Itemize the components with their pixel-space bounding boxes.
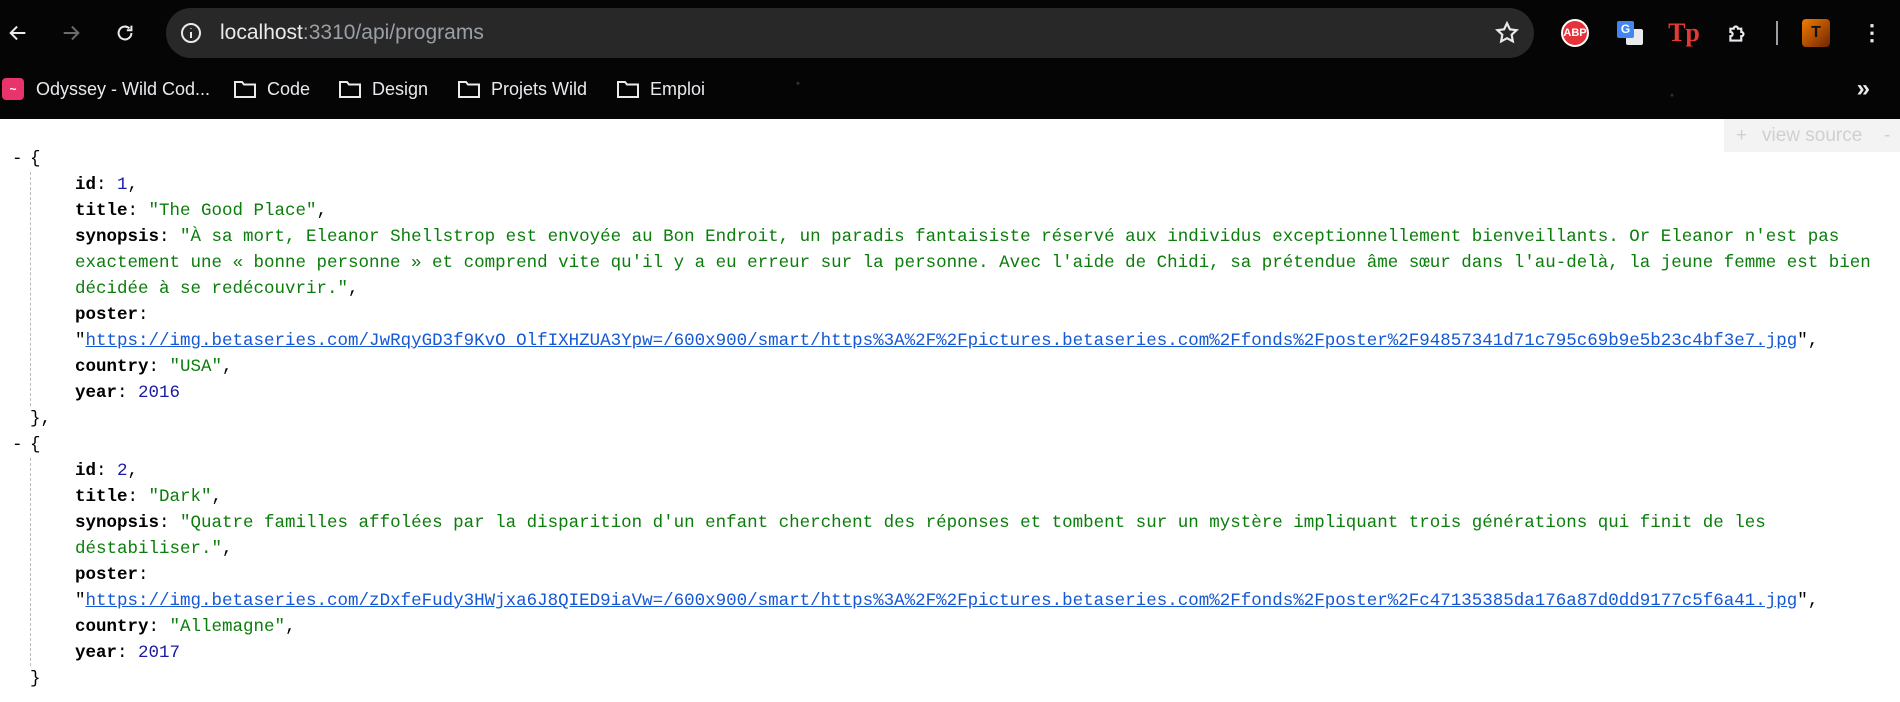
key-synopsis: synopsis	[75, 513, 160, 533]
bookmark-folder-projets-wild[interactable]: Projets Wild	[457, 71, 587, 107]
bookmark-label: Odyssey - Wild Cod...	[36, 78, 211, 99]
bookmark-folder-code[interactable]: Code	[233, 71, 310, 107]
prop-year: year: 2017	[75, 643, 181, 663]
prop-year: year: 2016	[75, 383, 181, 403]
value-title: "The Good Place"	[148, 201, 317, 221]
chevron-double-right-icon[interactable]: »	[1857, 71, 1870, 107]
folder-icon	[458, 81, 480, 98]
prop-synopsis: synopsis: "Quatre familles affolées par …	[75, 513, 1766, 559]
kebab-menu-icon[interactable]: ⋮	[1855, 16, 1889, 50]
prop-title: title: "Dark",	[75, 487, 223, 507]
toolbar-separator	[1776, 21, 1778, 45]
json-object-properties: id: 1, title: "The Good Place", synopsis…	[30, 172, 1875, 406]
poster-link[interactable]: https://img.betaseries.com/JwRqyGD3f9KvO…	[86, 331, 1798, 351]
bookmark-label: Code	[267, 78, 311, 99]
collapse-toggle[interactable]: -	[12, 146, 26, 172]
folder-icon	[339, 81, 361, 98]
key-year: year	[75, 643, 118, 663]
key-title: title	[75, 487, 128, 507]
odyssey-icon: ~	[2, 78, 24, 100]
url-path: :3310/api/programs	[302, 21, 484, 44]
quote: "	[75, 591, 86, 611]
prop-id: id: 2,	[75, 461, 139, 481]
value-country: "Allemagne"	[169, 617, 286, 637]
prop-title: title: "The Good Place",	[75, 201, 328, 221]
browser-toolbar: localhost:3310/api/programs ABP G Tp T ⋮	[0, 0, 1900, 66]
value-synopsis: "Quatre familles affolées par la dispari…	[75, 513, 1766, 559]
collapse-all-button[interactable]: -	[1884, 119, 1890, 152]
back-icon[interactable]	[2, 17, 34, 49]
profile-extension-icon[interactable]: T	[1799, 16, 1833, 50]
bookmark-odyssey[interactable]: ~ Odyssey - Wild Cod...	[2, 71, 210, 107]
forward-icon[interactable]	[55, 17, 87, 49]
value-year: 2016	[138, 383, 181, 403]
quote: "	[1797, 591, 1808, 611]
bookmarks-bar: ~ Odyssey - Wild Cod... Code Design Proj…	[0, 71, 1900, 107]
close-brace: }	[30, 669, 41, 689]
key-id: id	[75, 175, 97, 195]
key-country: country	[75, 617, 149, 637]
folder-icon	[617, 81, 639, 98]
url-text[interactable]: localhost:3310/api/programs	[220, 8, 484, 58]
key-id: id	[75, 461, 97, 481]
json-object-properties: id: 2, title: "Dark", synopsis: "Quatre …	[30, 458, 1875, 666]
json-object-2: -{ id: 2, title: "Dark", synopsis: "Quat…	[0, 432, 1875, 692]
key-year: year	[75, 383, 118, 403]
collapse-toggle[interactable]: -	[12, 432, 26, 458]
key-poster: poster	[75, 565, 139, 585]
site-info-icon[interactable]	[176, 18, 206, 48]
key-country: country	[75, 357, 149, 377]
prop-country: country: "USA",	[75, 357, 233, 377]
value-synopsis: "À sa mort, Eleanor Shellstrop est envoy…	[75, 227, 1871, 299]
poster-link[interactable]: https://img.betaseries.com/zDxfeFudy3HWj…	[86, 591, 1798, 611]
tp-extension-icon[interactable]: Tp	[1667, 16, 1701, 50]
reload-icon[interactable]	[109, 17, 141, 49]
address-bar[interactable]: localhost:3310/api/programs	[166, 8, 1534, 58]
value-country: "USA"	[169, 357, 223, 377]
json-document: -{ id: 1, title: "The Good Place", synop…	[0, 146, 1875, 692]
bookmark-label: Emploi	[650, 78, 706, 99]
folder-icon	[234, 81, 256, 98]
url-host: localhost	[220, 21, 303, 44]
prop-country: country: "Allemagne",	[75, 617, 296, 637]
json-viewer-page: + view source - -{ id: 1, title: "The Go…	[0, 119, 1900, 702]
google-translate-extension-icon[interactable]: G	[1613, 16, 1647, 50]
value-year: 2017	[138, 643, 181, 663]
key-synopsis: synopsis	[75, 227, 160, 247]
value-title: "Dark"	[148, 487, 212, 507]
browser-chrome: localhost:3310/api/programs ABP G Tp T ⋮…	[0, 0, 1900, 119]
prop-synopsis: synopsis: "À sa mort, Eleanor Shellstrop…	[75, 227, 1871, 299]
abp-extension-icon[interactable]: ABP	[1558, 16, 1592, 50]
key-title: title	[75, 201, 128, 221]
puzzle-icon[interactable]	[1721, 16, 1755, 50]
bookmark-label: Design	[372, 78, 429, 99]
prop-poster: poster: "https://img.betaseries.com/zDxfe…	[75, 565, 1819, 611]
bookmark-folder-emploi[interactable]: Emploi	[616, 71, 705, 107]
quote: "	[75, 331, 86, 351]
value-id: 2	[117, 461, 128, 481]
key-poster: poster	[75, 305, 139, 325]
prop-poster: poster: "https://img.betaseries.com/JwRqy…	[75, 305, 1819, 351]
value-id: 1	[117, 175, 128, 195]
bookmark-folder-design[interactable]: Design	[338, 71, 428, 107]
star-icon[interactable]	[1494, 20, 1520, 46]
close-brace: },	[30, 409, 52, 429]
quote: "	[1797, 331, 1808, 351]
bookmark-label: Projets Wild	[491, 78, 588, 99]
prop-id: id: 1,	[75, 175, 139, 195]
json-object-1: -{ id: 1, title: "The Good Place", synop…	[0, 146, 1875, 432]
